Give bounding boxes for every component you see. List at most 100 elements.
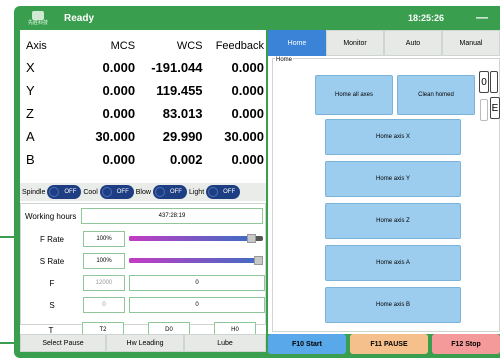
machine-status: Ready	[64, 12, 95, 24]
app-logo: 先胜科技	[24, 8, 52, 28]
home-axis-a-button[interactable]: Home axis A	[325, 245, 461, 281]
machine-parameters-panel: Working hours 437:28:19 F Rate 100% S Ra…	[20, 203, 266, 325]
logo-icon	[32, 10, 44, 20]
toggle-knob	[154, 187, 165, 197]
cool-label: Cool	[83, 188, 98, 196]
logo-text: 先胜科技	[27, 19, 48, 26]
s-rate-label: S Rate	[39, 256, 65, 266]
toggle-knob	[101, 187, 112, 197]
spindle-speed-input[interactable]: 0	[83, 297, 125, 313]
light-toggle[interactable]: OFF	[206, 185, 241, 199]
tab-manual[interactable]: Manual	[442, 30, 500, 56]
home-axis-x-button[interactable]: Home axis X	[325, 119, 461, 155]
home-group-title: Home	[275, 57, 294, 63]
s-rate-value: 100%	[83, 253, 125, 269]
output-toggles: Spindle OFF Cool OFF Blow OFF Light OFF	[20, 183, 266, 201]
toggle-state: OFF	[116, 189, 129, 195]
feed-current-value: 0	[129, 275, 265, 291]
home-axis-z-button[interactable]: Home axis Z	[325, 203, 461, 239]
feed-label: F	[49, 278, 55, 288]
tab-home[interactable]: Home	[268, 30, 326, 56]
f-rate-value: 100%	[83, 231, 125, 247]
light-label: Light	[188, 188, 205, 196]
axis-feedback: 0.000	[231, 83, 265, 98]
bottom-left-toolbar: Select Pause Hw Leading Lube	[20, 334, 266, 352]
pause-button[interactable]: F11 PAUSE	[350, 334, 428, 354]
toggle-state: OFF	[64, 189, 77, 195]
select-pause-button[interactable]: Select Pause	[20, 334, 106, 352]
axis-wcs: 29.990	[162, 129, 203, 144]
mode-tabs: Home Monitor Auto Manual	[268, 30, 500, 56]
axis-table-header: Axis MCS WCS Feedback	[24, 36, 264, 56]
clean-homed-button[interactable]: Clean homed	[397, 75, 475, 115]
frame-connector-line	[0, 236, 16, 238]
title-bar: 先胜科技 Ready 18:25:26 —	[20, 8, 500, 28]
spindle-speed-current-value: 0	[129, 297, 265, 313]
tab-auto[interactable]: Auto	[384, 30, 442, 56]
axis-row-y: Y 0.000 119.455 0.000	[24, 79, 264, 102]
f-rate-row: F Rate 100%	[21, 229, 267, 249]
working-hours-label: Working hours	[25, 211, 77, 221]
cool-toggle[interactable]: OFF	[99, 185, 134, 199]
feed-value-input[interactable]: 12000	[83, 275, 125, 291]
s-rate-row: S Rate 100%	[21, 251, 267, 271]
axis-row-x: X 0.000 -191.044 0.000	[24, 56, 264, 79]
side-indicator-blank-2	[480, 99, 488, 121]
axis-wcs: 119.455	[156, 83, 203, 98]
axis-name: Z	[26, 106, 34, 121]
stop-button[interactable]: F12 Stop	[432, 334, 500, 354]
f-rate-slider-fill	[129, 236, 252, 241]
axis-mcs: 0.000	[102, 106, 136, 121]
axis-feedback: 0.000	[231, 106, 265, 121]
frame-connector-line	[0, 342, 16, 344]
spindle-label: Spindle	[22, 188, 46, 196]
left-panel: Axis MCS WCS Feedback X 0.000 -191.044 0…	[20, 30, 266, 348]
side-indicator-blank	[490, 71, 498, 93]
blow-toggle[interactable]: OFF	[152, 185, 187, 199]
axis-mcs: 30.000	[95, 129, 136, 144]
spindle-toggle[interactable]: OFF	[47, 185, 82, 199]
home-all-axes-button[interactable]: Home all axes	[315, 75, 393, 115]
axis-wcs: 83.013	[162, 106, 203, 121]
header-wcs: WCS	[176, 40, 203, 52]
axis-mcs: 0.000	[102, 60, 136, 75]
f-rate-label: F Rate	[39, 234, 64, 244]
header-feedback: Feedback	[215, 40, 265, 52]
header-axis: Axis	[26, 40, 47, 52]
home-axis-b-button[interactable]: Home axis B	[325, 287, 461, 323]
axis-position-table: Axis MCS WCS Feedback X 0.000 -191.044 0…	[24, 36, 264, 171]
home-axis-y-button[interactable]: Home axis Y	[325, 161, 461, 197]
right-panel: Home Monitor Auto Manual Home Home all a…	[268, 30, 500, 334]
side-indicator-e: E	[490, 97, 500, 119]
toggle-state: OFF	[169, 189, 182, 195]
axis-name: B	[26, 152, 35, 167]
axis-wcs: 0.002	[169, 152, 203, 167]
home-group: Home Home all axes Clean homed Home axis…	[272, 57, 500, 332]
axis-wcs: -191.044	[151, 60, 203, 75]
axis-mcs: 0.000	[102, 152, 136, 167]
start-button[interactable]: F10 Start	[268, 334, 346, 354]
s-rate-slider-fill	[129, 258, 263, 263]
spindle-speed-row: S 0 0	[21, 295, 265, 315]
blow-label: Blow	[135, 188, 151, 196]
axis-name: A	[26, 129, 35, 144]
working-hours-row: Working hours 437:28:19	[21, 206, 263, 226]
axis-row-z: Z 0.000 83.013 0.000	[24, 102, 264, 125]
minimize-button[interactable]: —	[476, 10, 488, 24]
toggle-knob	[49, 187, 60, 197]
hw-leading-button[interactable]: Hw Leading	[106, 334, 184, 352]
f-rate-slider-handle[interactable]	[247, 234, 256, 243]
axis-row-b: B 0.000 0.002 0.000	[24, 148, 264, 171]
working-hours-value: 437:28:19	[81, 208, 263, 224]
axis-row-a: A 30.000 29.990 30.000	[24, 125, 264, 148]
toggle-knob	[208, 187, 219, 197]
function-key-bar: F10 Start F11 PAUSE F12 Stop	[268, 334, 500, 354]
axis-feedback: 30.000	[224, 129, 265, 144]
feed-row: F 12000 0	[21, 273, 265, 293]
lube-button[interactable]: Lube	[184, 334, 266, 352]
clock: 18:25:26	[407, 13, 444, 23]
axis-feedback: 0.000	[231, 60, 265, 75]
tab-monitor[interactable]: Monitor	[326, 30, 384, 56]
axis-name: X	[26, 60, 35, 75]
s-rate-slider-handle[interactable]	[254, 256, 263, 265]
